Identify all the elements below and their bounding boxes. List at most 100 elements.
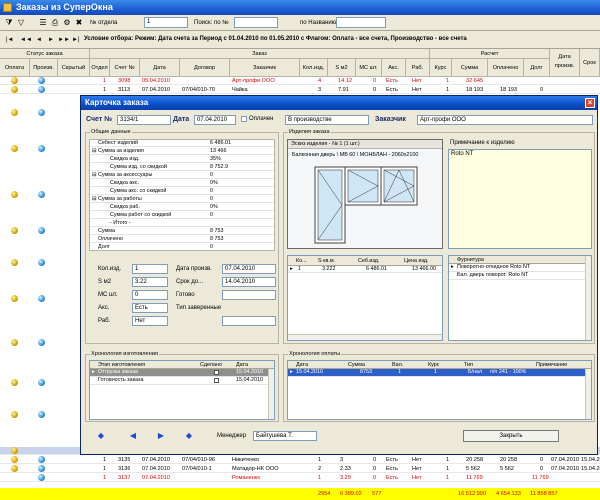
payment-row-selected[interactable]: ▸ 15.04.2010 8753 1 1 Б/нал п/п 241 - 10… — [288, 369, 585, 377]
history-done-checkbox[interactable] — [214, 370, 219, 375]
item-note-field[interactable]: Roto NT — [448, 149, 592, 249]
items-col-header-cost[interactable]: Себ.изд. — [358, 256, 379, 266]
fittings-scrollbar[interactable] — [585, 256, 591, 340]
print-icon[interactable]: ⎙ — [50, 18, 60, 28]
prev-record-icon[interactable]: ◄ — [36, 36, 42, 44]
pay-type-field[interactable] — [222, 316, 276, 326]
col-header-qty[interactable]: Кол.изд. — [300, 59, 328, 77]
row-value: 0 — [210, 172, 213, 178]
settings-icon[interactable]: ⚙ — [62, 18, 72, 28]
history-row[interactable]: Готовность заказа 15.04.2010 — [90, 377, 268, 385]
ready-label: Готово — [176, 292, 195, 298]
date-field[interactable]: 07.04.2010 — [194, 115, 236, 125]
col-header-otdel[interactable]: Отдел — [90, 59, 110, 77]
manager-field[interactable]: Байгушева Т. — [253, 431, 317, 441]
history-done-checkbox[interactable] — [214, 378, 219, 383]
pay-col-header-currency[interactable]: Вал. — [392, 361, 403, 369]
col-header-date[interactable]: Дата — [140, 59, 180, 77]
item-row[interactable]: ▸ 1 3.222 6 486.01 13 466.00 — [288, 266, 442, 273]
next-record-icon[interactable]: ► — [48, 36, 54, 44]
payment-type: Б/нал — [468, 369, 483, 375]
general-data-title: Общие данные — [90, 129, 132, 136]
col-header-summa[interactable]: Сумма — [452, 59, 488, 77]
pay-col-header-note[interactable]: Примечание — [536, 361, 567, 369]
items-scrollbar[interactable] — [288, 334, 442, 340]
pay-col-header-date[interactable]: Дата — [296, 361, 308, 369]
list-icon[interactable]: ☰ — [38, 18, 48, 28]
col-header-srok[interactable]: Срок — [580, 49, 600, 77]
payment-scrollbar[interactable] — [585, 369, 591, 419]
pay-col-header-rate[interactable]: Курс — [428, 361, 439, 369]
col-header-rab[interactable]: Раб. — [406, 59, 430, 77]
aks-field[interactable]: Есть — [132, 303, 168, 313]
funnel-icon[interactable]: ⧩ — [4, 18, 14, 28]
history-row-selected[interactable]: ▸ Отгрузка заказа 15.04.2010 — [90, 369, 268, 377]
prod-date-field[interactable]: 07.04.2010 — [222, 264, 276, 274]
exit-icon[interactable]: ✖ — [74, 18, 84, 28]
pay-col-header-sum[interactable]: Сумма — [348, 361, 365, 369]
area-field[interactable]: 3.22 — [132, 277, 168, 287]
col-header-payment[interactable]: Оплата — [0, 59, 30, 77]
globe-icon — [38, 227, 45, 234]
paid-checkbox[interactable] — [241, 116, 247, 122]
last-record-icon[interactable]: ►| — [72, 36, 80, 44]
prev-order-icon[interactable]: ◀ — [129, 432, 137, 440]
col-header-hidden[interactable]: Скрытый — [58, 59, 90, 77]
history-col-header-done[interactable]: Сделано — [200, 361, 222, 369]
col-header-prod-date[interactable]: Дата произв. — [550, 49, 580, 77]
filter-icon[interactable]: ▽ — [16, 18, 26, 28]
col-header-aks[interactable]: Акс. — [382, 59, 406, 77]
table-row[interactable]: 1 3098 05.04.2010 Арт-профи ООО 4 14.12 … — [0, 77, 600, 85]
col-header-dogovor[interactable]: Договор — [180, 59, 230, 77]
first-order-icon[interactable]: ◆ — [97, 432, 105, 440]
table-row[interactable]: 1 3136 07.04.2010 07/04/010-1 Матадор-НК… — [0, 465, 600, 473]
production-history-table[interactable]: Этап изготовления Сделано Дата ▸ Отгрузк… — [89, 360, 275, 420]
cell-otdel: 1 — [103, 457, 107, 463]
fitting-row[interactable]: Бал. дверь поворот. Roto NT — [449, 272, 591, 280]
qty-field[interactable]: 1 — [132, 264, 168, 274]
col-header-debt[interactable]: Долг — [524, 59, 550, 77]
fitting-row[interactable]: ▸ Поворотно-откидное Roto NT — [449, 264, 591, 272]
col-header-ms[interactable]: МС шт. — [356, 59, 382, 77]
name-search-input[interactable] — [336, 17, 386, 28]
history-col-header-date[interactable]: Дата — [236, 361, 248, 369]
rab-field[interactable]: Нет — [132, 316, 168, 326]
deadline-field[interactable]: 14.04.2010 — [222, 277, 276, 287]
table-row[interactable]: 1 3137 07.04.2010 Романенко 1 3.29 0 Ест… — [0, 474, 600, 482]
table-row[interactable]: 1 3113 07.04.2010 07/04/010-70 Чайка 3 7… — [0, 86, 600, 94]
cell-kurs: 1 — [446, 87, 450, 93]
payment-history-table[interactable]: Дата Сумма Вал. Курс Тип Примечание ▸ 15… — [287, 360, 592, 420]
col-header-kurs[interactable]: Курс — [430, 59, 452, 77]
pay-col-header-type[interactable]: Тип — [464, 361, 473, 369]
items-col-header-ko[interactable]: Ко... — [296, 256, 307, 266]
items-table[interactable]: Ко... S кв.м. Себ.изд. Цена изд. ▸ 1 3.2… — [287, 255, 443, 341]
next-page-icon[interactable]: ►► — [58, 36, 70, 44]
search-number-input[interactable] — [234, 17, 278, 28]
last-order-icon[interactable]: ◆ — [185, 432, 193, 440]
history-scrollbar[interactable] — [268, 369, 274, 419]
first-record-icon[interactable]: |◄ — [6, 36, 14, 44]
ready-field[interactable] — [222, 290, 276, 300]
col-header-schet[interactable]: Счет № — [110, 59, 140, 77]
ms-field[interactable]: 0 — [132, 290, 168, 300]
next-order-icon[interactable]: ▶ — [157, 432, 165, 440]
table-row[interactable]: 1 3135 07.04.2010 07/04/010-96 Никитенко… — [0, 456, 600, 464]
schet-field[interactable]: 3134/1 — [117, 115, 171, 125]
cell-client: Арт-профи ООО — [232, 78, 275, 84]
col-header-area[interactable]: S м2 — [328, 59, 356, 77]
row-pointer-icon: ▸ — [92, 369, 95, 375]
otdel-label: № отдела — [90, 20, 118, 26]
client-field[interactable]: Арт-профи ООО — [417, 115, 593, 125]
close-button[interactable]: Закрыть — [463, 430, 559, 442]
production-status-field[interactable]: В производстве — [285, 115, 369, 125]
fittings-table[interactable]: Фурнитура ▸ Поворотно-откидное Roto NT Б… — [448, 255, 592, 341]
close-icon[interactable]: × — [585, 98, 595, 108]
otdel-select[interactable]: 1 — [144, 17, 188, 28]
col-header-client[interactable]: Заказчик — [230, 59, 300, 77]
items-col-header-price[interactable]: Цена изд. — [404, 256, 428, 266]
history-col-header-stage[interactable]: Этап изготовления — [98, 361, 145, 369]
col-header-production[interactable]: Произв. — [30, 59, 58, 77]
col-header-paid[interactable]: Оплачено — [488, 59, 524, 77]
prev-page-icon[interactable]: ◄◄ — [20, 36, 32, 44]
items-col-header-area[interactable]: S кв.м. — [318, 256, 335, 266]
